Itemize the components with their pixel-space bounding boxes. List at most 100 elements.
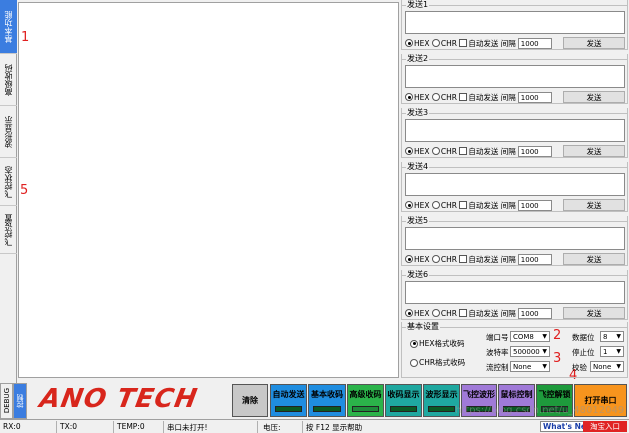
toolbar-button-label: 收码显示 [387,390,420,399]
auto-send-checkbox[interactable] [459,255,468,263]
status-indicator [503,406,530,412]
auto-send-checkbox[interactable] [459,309,468,317]
receive-textarea[interactable] [18,2,399,378]
stopbits-select[interactable]: 1 ▼ [600,346,624,357]
toolbar-button-label: 鼠标控制 [500,390,533,399]
hex-label: HEX [414,146,430,156]
open-serial-button[interactable]: 打开串口 [574,384,627,417]
auto-send-checkbox[interactable] [459,147,468,155]
flight-waveform-button[interactable]: 飞控波形 [461,384,497,417]
chr-radio[interactable] [431,255,440,263]
tab-label: 波形显示 [4,115,13,148]
auto-send-checkbox[interactable] [459,201,468,209]
chr-radio[interactable] [431,147,440,155]
auto-send-checkbox[interactable] [459,39,468,47]
interval-input[interactable]: 1000 [517,253,552,265]
status-bar: RX:0 TX:0 TEMP:0 串口未打开! 电压: 按 F12 显示帮助 W… [0,419,629,433]
port-select[interactable]: COM8 ▼ [510,331,550,342]
status-indicator [428,406,455,412]
receive-display-button[interactable]: 收码显示 [385,384,422,417]
annotation-marker: 5 [20,183,29,198]
hex-radio[interactable] [405,147,413,155]
auto-send-toggle-button[interactable]: 自动发送 [270,384,307,417]
send-group-title: 发送2 [406,53,430,64]
hex-radio[interactable] [405,93,413,101]
hex-label: HEX [414,200,430,210]
hex-radio[interactable] [405,201,413,209]
toolbar-button-label: 自动发送 [272,390,305,399]
ano-tech-logo: ANO TECH [37,384,201,414]
auto-send-label: 自动发送 [468,254,499,264]
annotation-marker: 1 [21,30,30,45]
tab-basic-function[interactable]: 基本功能 [0,0,17,54]
taobao-link[interactable]: 淘宝入口 [583,421,627,432]
tab-advanced-receive[interactable]: 高级收码 [0,54,17,106]
interval-input[interactable]: 1000 [517,37,552,49]
tab-waveform[interactable]: 波形显示 [0,106,17,158]
send-group-5: 发送5 HEX CHR 自动发送 间隔 1000 发送 [401,215,628,266]
tab-flight-settings[interactable]: 飞控设置 [0,206,17,254]
tab-control[interactable]: 控制 [13,383,27,419]
waveform-display-button[interactable]: 波形显示 [423,384,460,417]
send-textbox[interactable] [405,11,625,34]
send-textbox[interactable] [405,227,625,250]
stopbits-label: 停止位 [572,348,595,357]
interval-input[interactable]: 1000 [517,199,552,211]
chr-radio[interactable] [431,201,440,209]
send-textbox[interactable] [405,173,625,196]
chr-label: CHR [440,308,458,318]
interval-label: 间隔 [500,254,516,264]
chr-radio[interactable] [431,93,440,101]
tab-label: 高级收码 [4,63,13,96]
toolbar-button-label: 波形显示 [425,390,458,399]
chevron-down-icon: ▼ [542,363,547,370]
interval-input[interactable]: 1000 [517,91,552,103]
chr-receive-radio[interactable] [410,358,418,367]
send-textbox[interactable] [405,281,625,304]
chr-radio[interactable] [431,39,440,47]
baud-select[interactable]: 500000 ▼ [510,346,550,357]
send-group-title: 发送4 [406,161,430,172]
databits-select[interactable]: 8 ▼ [600,331,624,342]
clear-button[interactable]: 清除 [232,384,268,417]
hex-receive-label: HEX格式收码 [419,339,465,348]
rx-counter: RX:0 [3,422,21,431]
tab-debug[interactable]: DEBUG [0,383,13,419]
chr-radio[interactable] [431,309,440,317]
basic-receive-button[interactable]: 基本收码 [308,384,346,417]
hex-receive-radio[interactable] [410,339,418,348]
send-button[interactable]: 发送 [563,253,625,265]
auto-send-label: 自动发送 [468,38,499,48]
mouse-control-button[interactable]: 鼠标控制 [498,384,535,417]
send-textbox[interactable] [405,65,625,88]
send-group-2: 发送2 HEX CHR 自动发送 间隔 1000 发送 [401,53,628,104]
send-button[interactable]: 发送 [563,91,625,103]
send-button[interactable]: 发送 [563,307,625,319]
tab-label: 飞控设置 [4,213,13,246]
chevron-down-icon: ▼ [542,333,547,340]
chr-label: CHR [440,146,458,156]
send-group-title: 发送1 [406,0,430,10]
tab-flight-status[interactable]: 飞控状态 [0,158,17,206]
interval-input[interactable]: 1000 [517,145,552,157]
hex-radio[interactable] [405,39,413,47]
flow-select[interactable]: None ▼ [510,361,550,372]
toolbar-button-label: 飞控波形 [463,390,495,399]
interval-input[interactable]: 1000 [517,307,552,319]
unlock-flight-button[interactable]: 飞控解锁 [536,384,573,417]
hex-radio[interactable] [405,255,413,263]
hex-label: HEX [414,92,430,102]
hex-radio[interactable] [405,309,413,317]
send-button[interactable]: 发送 [563,199,625,211]
parity-select[interactable]: None ▼ [590,361,624,372]
databits-value: 8 [603,333,608,341]
chr-label: CHR [440,38,458,48]
send-textbox[interactable] [405,119,625,142]
flow-value: None [513,363,532,371]
send-button[interactable]: 发送 [563,145,625,157]
port-status: 串口未打开! [167,423,208,432]
toolbar-button-label: 基本收码 [311,390,343,399]
send-button[interactable]: 发送 [563,37,625,49]
auto-send-checkbox[interactable] [459,93,468,101]
advanced-receive-button[interactable]: 高级收码 [347,384,384,417]
